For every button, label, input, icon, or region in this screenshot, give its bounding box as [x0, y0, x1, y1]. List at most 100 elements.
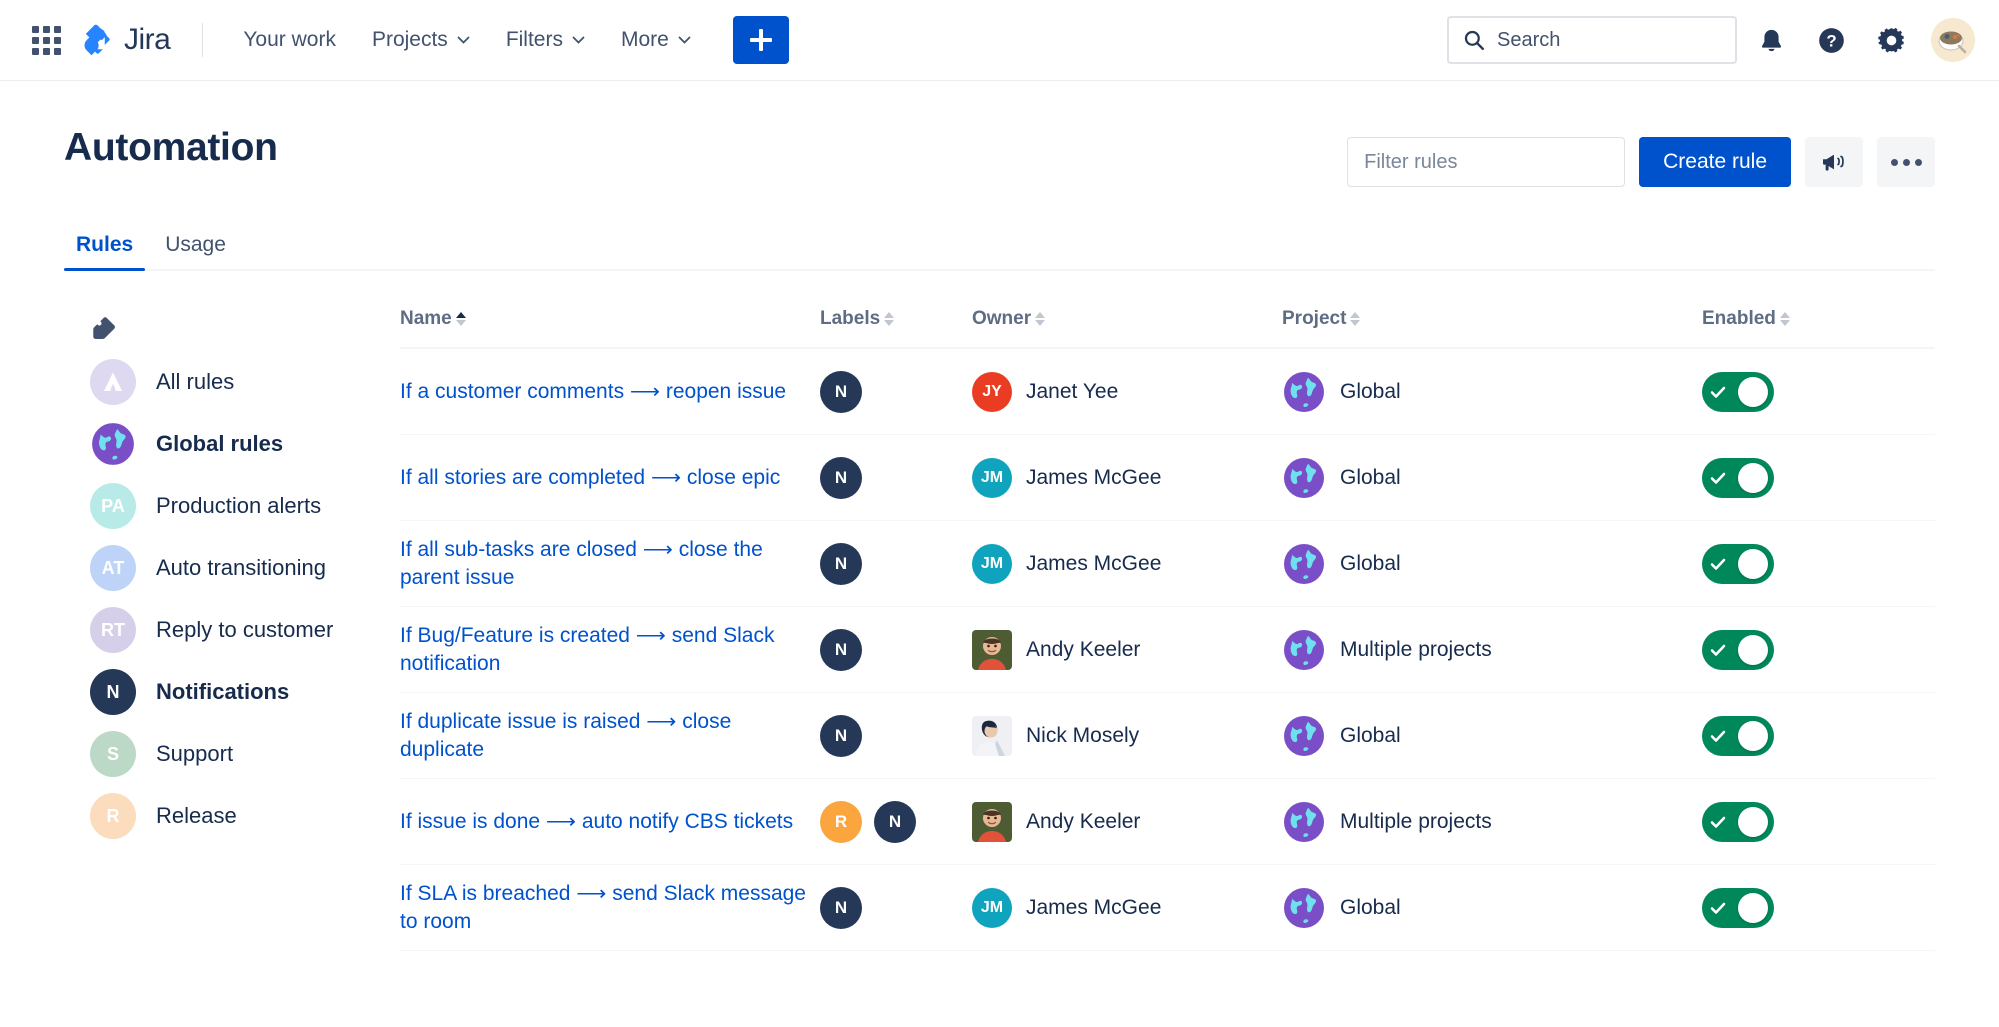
header-actions: Filter rules Create rule — [1347, 127, 1935, 187]
settings-button[interactable] — [1865, 14, 1917, 66]
sort-arrows-icon — [1035, 312, 1045, 326]
nav-item-projects[interactable]: Projects — [354, 18, 488, 62]
enabled-toggle[interactable] — [1702, 630, 1774, 670]
rule-owner-cell: JM James McGee — [972, 458, 1282, 498]
sidebar-item-all-rules[interactable]: All rules — [64, 351, 400, 413]
table-row[interactable]: If duplicate issue is raised ⟶ close dup… — [400, 693, 1935, 779]
label-chip[interactable]: N — [820, 629, 862, 671]
top-navigation-bar: Jira Your work Projects Filters More Sea… — [0, 0, 1999, 81]
nav-right-group: Search ? — [1447, 14, 1975, 66]
label-chip[interactable]: N — [874, 801, 916, 843]
rule-name-cell: If SLA is breached ⟶ send Slack message … — [400, 880, 820, 935]
sidebar-item-label: Production alerts — [156, 493, 321, 519]
nav-item-your-work[interactable]: Your work — [225, 18, 354, 62]
project-name: Global — [1340, 552, 1401, 576]
column-header-owner[interactable]: Owner — [972, 308, 1282, 330]
owner-photo — [972, 630, 1012, 670]
svg-text:?: ? — [1826, 31, 1836, 50]
table-row[interactable]: If all sub-tasks are closed ⟶ close the … — [400, 521, 1935, 607]
notifications-button[interactable] — [1745, 14, 1797, 66]
project-name: Global — [1340, 380, 1401, 404]
jira-home-link[interactable]: Jira — [80, 23, 170, 57]
rule-enabled-cell — [1702, 716, 1935, 756]
table-row[interactable]: If Bug/Feature is created ⟶ send Slack n… — [400, 607, 1935, 693]
toggle-knob — [1738, 377, 1768, 407]
label-chip[interactable]: N — [820, 715, 862, 757]
label-chip[interactable]: N — [820, 543, 862, 585]
owner-avatar — [972, 630, 1012, 670]
rule-name-link[interactable]: If a customer comments ⟶ reopen issue — [400, 380, 804, 403]
label-chip[interactable]: R — [820, 801, 862, 843]
more-options-button[interactable] — [1877, 137, 1935, 187]
column-header-labels[interactable]: Labels — [820, 308, 972, 330]
column-header-name[interactable]: Name — [400, 308, 820, 330]
help-icon: ? — [1817, 26, 1846, 55]
sidebar-item-notifications[interactable]: N Notifications — [64, 661, 400, 723]
rule-name-link[interactable]: If Bug/Feature is created ⟶ send Slack n… — [400, 624, 774, 675]
rule-owner-cell: Nick Mosely — [972, 716, 1282, 756]
apps-grid-icon — [32, 26, 61, 55]
label-chip[interactable]: N — [820, 887, 862, 929]
sidebar-item-production-alerts[interactable]: PA Production alerts — [64, 475, 400, 537]
column-header-label: Enabled — [1702, 308, 1776, 330]
project-name: Multiple projects — [1340, 638, 1492, 662]
user-avatar[interactable] — [1931, 18, 1975, 62]
table-row[interactable]: If issue is done ⟶ auto notify CBS ticke… — [400, 779, 1935, 865]
create-rule-button[interactable]: Create rule — [1639, 137, 1791, 187]
label-chip[interactable]: N — [820, 457, 862, 499]
tab-label: Usage — [165, 233, 226, 256]
sidebar-item-release[interactable]: R Release — [64, 785, 400, 847]
enabled-toggle[interactable] — [1702, 802, 1774, 842]
rule-name-link[interactable]: If all stories are completed ⟶ close epi… — [400, 466, 798, 489]
enabled-toggle[interactable] — [1702, 372, 1774, 412]
nav-item-more[interactable]: More — [603, 18, 709, 62]
rule-labels-cell: N — [820, 715, 972, 757]
sidebar-item-global-rules[interactable]: Global rules — [64, 413, 400, 475]
create-button[interactable] — [733, 16, 789, 64]
table-row[interactable]: If all stories are completed ⟶ close epi… — [400, 435, 1935, 521]
megaphone-icon — [1821, 151, 1847, 173]
search-input[interactable]: Search — [1447, 16, 1737, 64]
nav-item-filters[interactable]: Filters — [488, 18, 603, 62]
label-avatar: PA — [90, 483, 136, 529]
enabled-toggle[interactable] — [1702, 458, 1774, 498]
sidebar-item-reply-to-customer[interactable]: RT Reply to customer — [64, 599, 400, 661]
enabled-toggle[interactable] — [1702, 888, 1774, 928]
tab-usage[interactable]: Usage — [153, 225, 238, 269]
chevron-down-icon — [457, 36, 470, 44]
enabled-toggle[interactable] — [1702, 544, 1774, 584]
table-row[interactable]: If SLA is breached ⟶ send Slack message … — [400, 865, 1935, 951]
avatar-image — [1931, 18, 1975, 62]
table-header-row: Name Labels Owner Project Enabled — [400, 297, 1935, 349]
column-header-enabled[interactable]: Enabled — [1702, 308, 1935, 330]
enabled-toggle[interactable] — [1702, 716, 1774, 756]
rule-name-link[interactable]: If SLA is breached ⟶ send Slack message … — [400, 882, 806, 933]
rule-name-link[interactable]: If all sub-tasks are closed ⟶ close the … — [400, 538, 763, 589]
rule-enabled-cell — [1702, 372, 1935, 412]
rule-name-link[interactable]: If duplicate issue is raised ⟶ close dup… — [400, 710, 731, 761]
project-name: Global — [1340, 724, 1401, 748]
label-avatar: R — [90, 793, 136, 839]
column-header-project[interactable]: Project — [1282, 308, 1702, 330]
label-avatar: AT — [90, 545, 136, 591]
rules-table: Name Labels Owner Project Enabled — [400, 297, 1935, 951]
filter-rules-input[interactable]: Filter rules — [1347, 137, 1625, 187]
sidebar-item-auto-transitioning[interactable]: AT Auto transitioning — [64, 537, 400, 599]
check-icon — [1708, 382, 1728, 402]
tab-rules[interactable]: Rules — [64, 225, 145, 269]
app-switcher-icon[interactable] — [26, 20, 66, 60]
rule-owner-cell: Andy Keeler — [972, 802, 1282, 842]
sidebar-item-support[interactable]: S Support — [64, 723, 400, 785]
sort-arrows-icon — [884, 312, 894, 326]
announcements-button[interactable] — [1805, 137, 1863, 187]
jira-logo-text: Jira — [124, 25, 170, 55]
owner-name: Andy Keeler — [1026, 810, 1140, 834]
help-button[interactable]: ? — [1805, 14, 1857, 66]
table-row[interactable]: If a customer comments ⟶ reopen issue N … — [400, 349, 1935, 435]
rule-labels-cell: N — [820, 371, 972, 413]
label-chip[interactable]: N — [820, 371, 862, 413]
rule-enabled-cell — [1702, 544, 1935, 584]
project-name: Global — [1340, 896, 1401, 920]
rule-enabled-cell — [1702, 888, 1935, 928]
rule-name-link[interactable]: If issue is done ⟶ auto notify CBS ticke… — [400, 810, 811, 833]
